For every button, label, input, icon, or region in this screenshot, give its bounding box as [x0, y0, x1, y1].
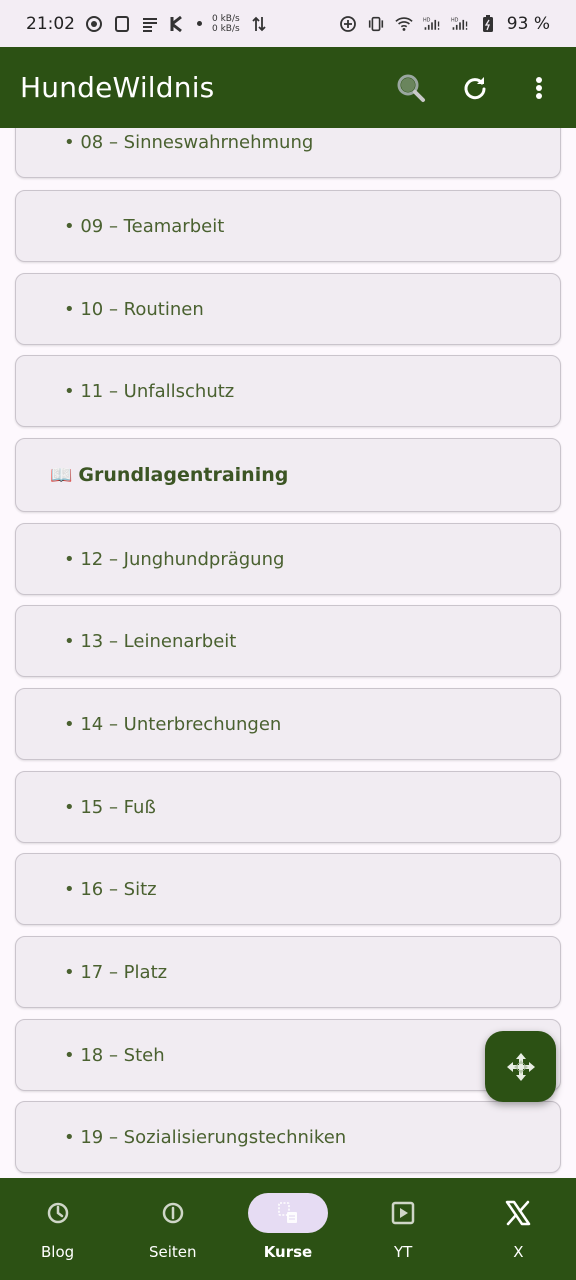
text-icon [141, 15, 159, 33]
list-item[interactable]: • 11 – Unfallschutz [15, 355, 561, 427]
list-item-label: • 13 – Leinenarbeit [64, 630, 237, 652]
courses-icon [278, 1202, 297, 1223]
wifi-icon [395, 15, 413, 33]
svg-text:HD: HD [451, 17, 459, 23]
book-icon: 📖 [50, 464, 73, 486]
more-vert-icon [536, 76, 542, 99]
battery-percent: 93 % [506, 13, 550, 34]
clock-icon [47, 1202, 68, 1224]
nav-item-yt[interactable]: YT [346, 1193, 461, 1261]
list-item-label: • 19 – Sozialisierungstechniken [64, 1126, 347, 1148]
nav-label: Blog [41, 1243, 75, 1261]
nav-label: Seiten [149, 1243, 197, 1261]
list-item-label: • 18 – Steh [64, 1044, 165, 1066]
nav-label: Kurse [263, 1243, 313, 1261]
list-item[interactable]: • 09 – Teamarbeit [15, 190, 561, 262]
list-item[interactable]: • 15 – Fuß [15, 771, 561, 843]
info-circle-icon [162, 1202, 184, 1224]
list-item[interactable]: • 10 – Routinen [15, 273, 561, 345]
copy-icon [113, 15, 131, 33]
list-item-label: • 15 – Fuß [64, 796, 156, 818]
refresh-button[interactable] [458, 71, 492, 105]
search-button[interactable] [394, 71, 428, 105]
list-item[interactable]: • 12 – Junghundprägung [15, 523, 561, 595]
app-actions [394, 71, 556, 105]
list-item-label: • 11 – Unfallschutz [64, 380, 235, 402]
move-arrows-icon [506, 1052, 535, 1081]
bottom-navigation: Blog Seiten Kurse YT X [0, 1178, 576, 1280]
list-item-label: • 08 – Sinneswahrnehmung [64, 131, 314, 153]
nav-item-blog[interactable]: Blog [0, 1193, 115, 1261]
signal-1-icon: HD [423, 15, 441, 33]
list-item[interactable]: • 19 – Sozialisierungstechniken [15, 1101, 561, 1173]
k-app-icon [169, 15, 187, 33]
battery-icon [479, 14, 497, 33]
course-list[interactable]: • 08 – Sinneswahrnehmung • 09 – Teamarbe… [0, 128, 576, 1178]
status-right: HD HD 93 % [339, 14, 550, 34]
list-item[interactable]: • 13 – Leinenarbeit [15, 605, 561, 677]
nav-item-x[interactable]: X [461, 1193, 576, 1261]
list-item[interactable]: • 16 – Sitz [15, 853, 561, 925]
section-header[interactable]: 📖 Grundlagentraining [15, 438, 561, 512]
messenger-icon [85, 15, 103, 33]
list-item[interactable]: • 18 – Steh [15, 1019, 561, 1091]
signal-2-icon: HD [451, 15, 469, 33]
list-item-label: • 14 – Unterbrechungen [64, 713, 282, 735]
nav-icon-container [363, 1193, 443, 1233]
app-bar: HundeWildnis [0, 47, 576, 128]
nav-icon-container [18, 1193, 98, 1233]
more-menu-button[interactable] [522, 71, 556, 105]
list-item[interactable]: • 17 – Platz [15, 936, 561, 1008]
app-title: HundeWildnis [20, 71, 215, 104]
vibrate-icon [367, 15, 385, 33]
notification-dot-icon [197, 21, 202, 26]
network-speed: 0 kB/s 0 kB/s [212, 13, 240, 34]
nav-icon-container [247, 1193, 328, 1233]
refresh-icon [464, 76, 486, 99]
status-left: 21:02 0 kB/s 0 kB/s [26, 14, 268, 34]
nav-icon-container [133, 1193, 213, 1233]
add-circle-icon [339, 15, 357, 33]
fab-button[interactable] [485, 1031, 556, 1102]
nav-item-kurse[interactable]: Kurse [230, 1193, 345, 1261]
svg-text:HD: HD [423, 17, 431, 23]
list-item[interactable]: • 08 – Sinneswahrnehmung [15, 128, 561, 178]
list-item-label: • 10 – Routinen [64, 298, 204, 320]
status-time: 21:02 [26, 13, 75, 34]
list-item-label: • 16 – Sitz [64, 878, 157, 900]
list-item-label: • 12 – Junghundprägung [64, 548, 285, 570]
x-logo-icon [506, 1200, 531, 1226]
list-item-label: • 09 – Teamarbeit [64, 215, 225, 237]
list-item[interactable]: • 14 – Unterbrechungen [15, 688, 561, 760]
nav-item-seiten[interactable]: Seiten [115, 1193, 230, 1261]
play-icon [391, 1201, 415, 1225]
section-title: Grundlagentraining [78, 464, 289, 486]
list-item-label: • 17 – Platz [64, 961, 168, 983]
search-icon [397, 74, 425, 102]
nav-label: X [513, 1243, 524, 1261]
nav-label: YT [393, 1243, 413, 1261]
nav-icon-container [478, 1193, 558, 1233]
status-bar: 21:02 0 kB/s 0 kB/s HD HD 93 % [0, 0, 576, 47]
data-transfer-icon [250, 15, 268, 33]
